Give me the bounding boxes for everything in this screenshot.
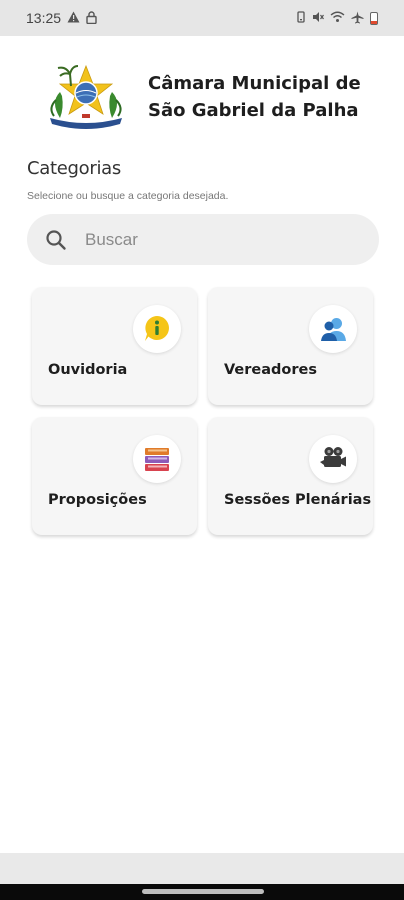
app-title: Câmara Municipal de São Gabriel da Palha xyxy=(148,73,361,121)
status-right xyxy=(296,11,378,26)
search-bar[interactable] xyxy=(27,214,379,265)
categories-title: Categorias xyxy=(27,158,121,179)
battery-icon xyxy=(370,11,378,25)
status-time: 13:25 xyxy=(26,10,62,26)
card-label: Proposições xyxy=(48,492,147,508)
lock-icon xyxy=(86,10,97,26)
wifi-icon xyxy=(330,11,345,25)
card-icon-wrap xyxy=(133,435,181,483)
status-left: 13:25 xyxy=(26,10,97,26)
card-sessoes-plenarias[interactable]: Sessões Plenárias xyxy=(208,417,373,535)
search-input[interactable] xyxy=(85,229,345,250)
people-icon xyxy=(321,318,346,341)
status-bar: 13:25 xyxy=(0,0,404,36)
video-camera-icon xyxy=(320,447,346,467)
card-label: Sessões Plenárias xyxy=(224,492,372,508)
card-vereadores[interactable]: Vereadores xyxy=(208,287,373,405)
info-bubble-icon xyxy=(145,316,169,341)
vibrate-icon xyxy=(296,11,306,25)
card-proposicoes[interactable]: Proposições xyxy=(32,417,197,535)
card-icon-wrap xyxy=(309,305,357,353)
card-ouvidoria[interactable]: Ouvidoria xyxy=(32,287,197,405)
card-label: Ouvidoria xyxy=(48,362,128,378)
books-icon xyxy=(145,448,169,471)
airplane-icon xyxy=(351,11,364,26)
search-icon xyxy=(46,229,66,250)
card-icon-wrap xyxy=(309,435,357,483)
categories-subtitle: Selecione ou busque a categoria desejada… xyxy=(27,190,229,202)
municipal-logo xyxy=(50,64,122,129)
warning-icon xyxy=(67,11,80,25)
home-indicator[interactable] xyxy=(142,889,264,894)
mute-icon xyxy=(312,11,324,25)
app-header: Câmara Municipal de São Gabriel da Palha xyxy=(46,62,368,132)
card-icon-wrap xyxy=(133,305,181,353)
card-label: Vereadores xyxy=(224,362,317,378)
